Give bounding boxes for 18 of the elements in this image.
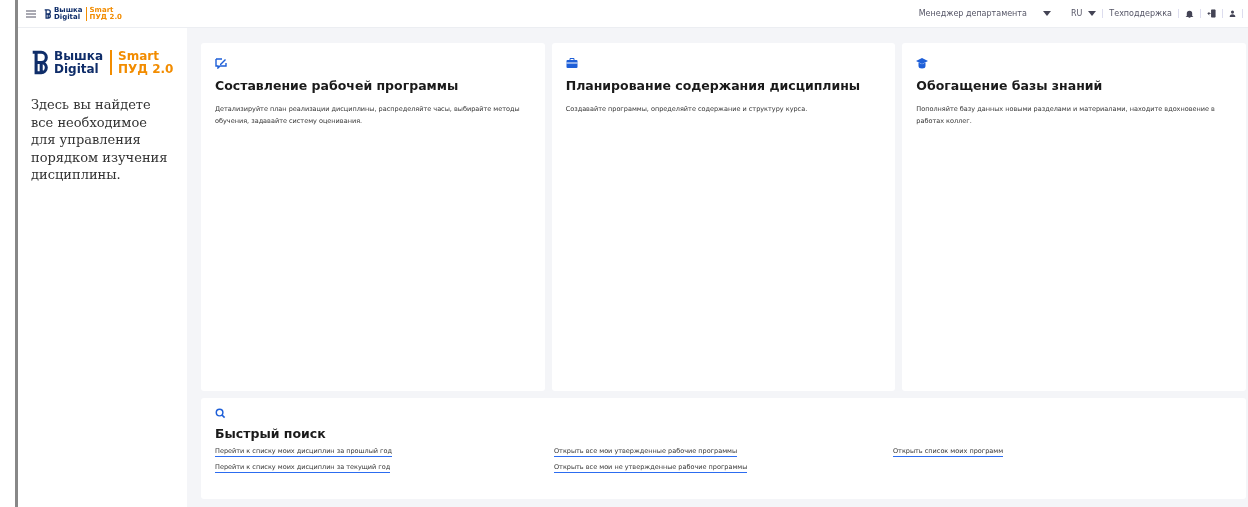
edit-icon (215, 57, 227, 69)
bell-icon[interactable] (1185, 9, 1194, 18)
language-dropdown[interactable]: RU (1070, 9, 1097, 18)
card-title: Обогащение базы знаний (916, 78, 1104, 93)
section-title: Быстрый поиск (215, 426, 327, 441)
logo: Вышка Digital Smart ПУД 2.0 (31, 50, 174, 76)
card-title: Составление рабочей программы (215, 78, 460, 93)
briefcase-icon (565, 57, 578, 69)
role-dropdown[interactable]: Менеджер департамента (918, 9, 1051, 18)
card-title: Планирование содержания дисциплины (565, 78, 862, 93)
caret-icon (1042, 11, 1051, 16)
intro-text: Здесь вы найдете все необходимое для управления порядком изучения дисциплины. (31, 96, 169, 184)
caret-icon (1088, 11, 1097, 16)
support-link[interactable]: Техподдержка (1109, 9, 1172, 18)
graduation-cap-icon (916, 57, 929, 69)
search-icon (215, 408, 226, 419)
logout-icon[interactable] (1207, 9, 1216, 18)
user-icon[interactable] (1229, 10, 1236, 17)
